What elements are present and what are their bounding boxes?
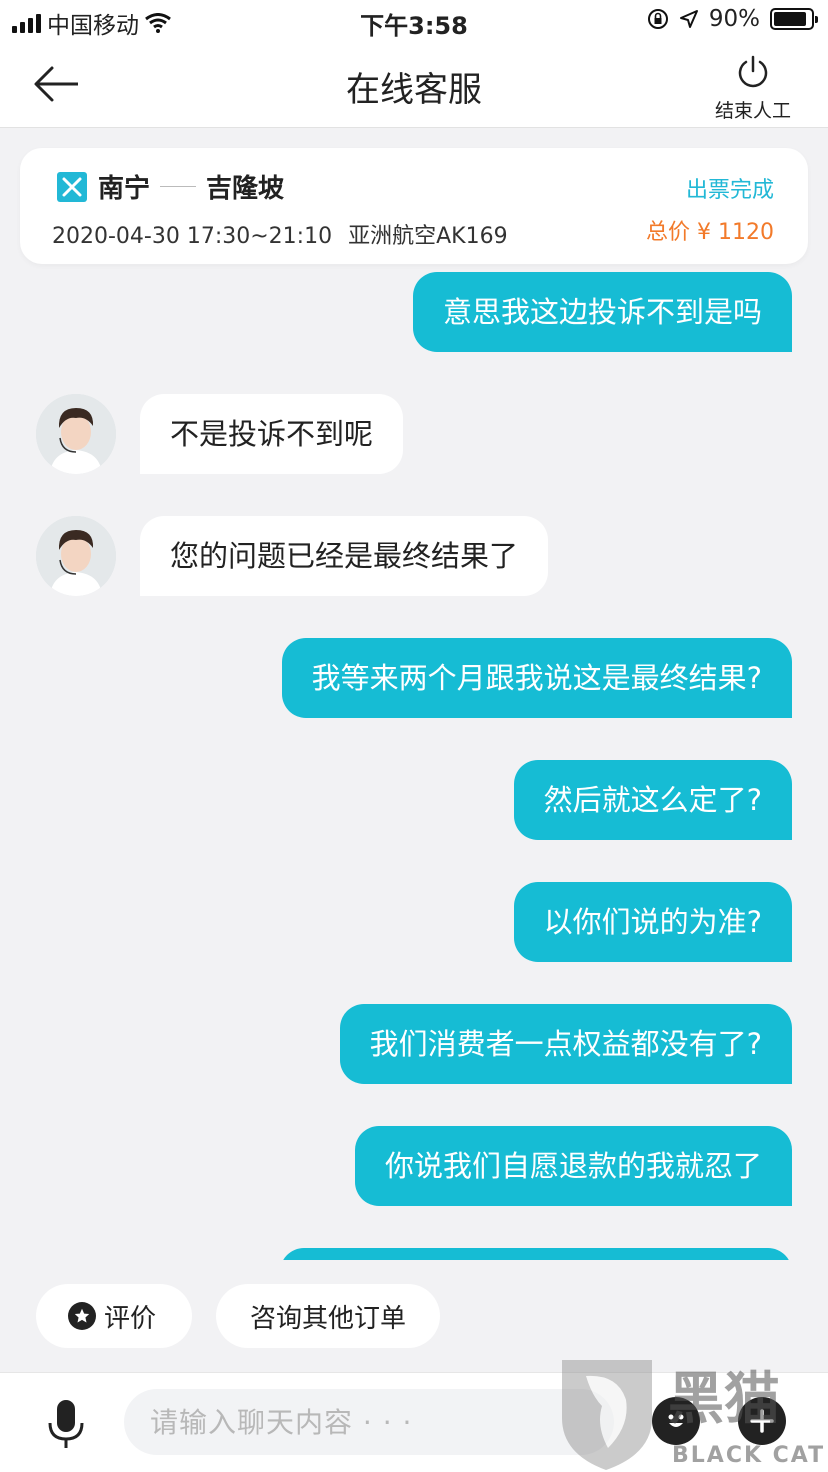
message-bubble[interactable]: 以你们说的为准?	[513, 882, 792, 962]
message-bubble[interactable]: 意思我这边投诉不到是吗	[412, 272, 792, 352]
message-bubble[interactable]: 我等来两个月跟我说这是最终结果?	[281, 638, 792, 718]
flight-number: 亚洲航空AK169	[348, 224, 508, 249]
more-plus-button[interactable]	[738, 1397, 786, 1445]
star-icon	[68, 1302, 96, 1330]
departure-city: 南宁	[98, 174, 151, 204]
message-outgoing: 意思我这边投诉不到是吗	[412, 272, 792, 352]
message-bubble[interactable]: 不是投诉不到呢	[140, 394, 404, 474]
rotation-lock-icon	[647, 9, 668, 29]
message-outgoing: 以你们说的为准?	[513, 882, 792, 962]
airplane-icon	[57, 172, 87, 202]
other-orders-label: 咨询其他订单	[250, 1303, 407, 1334]
flight-route: 南宁 吉隆坡	[98, 168, 284, 205]
battery-percent: 90%	[708, 6, 760, 32]
flight-order-card[interactable]: 南宁 吉隆坡 2020-04-30 17:30~21:10 亚洲航空AK169 出…	[20, 148, 808, 264]
total-price: 总价 ¥ 1120	[646, 220, 774, 245]
arrival-city: 吉隆坡	[206, 174, 285, 204]
message-bubble[interactable]: 你说我们自愿退款的我就忍了	[354, 1126, 792, 1206]
voice-button[interactable]	[44, 1397, 88, 1451]
flight-datetime: 2020-04-30 17:30~21:10	[52, 224, 333, 249]
page-title: 在线客服	[346, 70, 482, 110]
message-incoming: 您的问题已经是最终结果了	[36, 516, 549, 596]
message-outgoing: 我等来两个月跟我说这是最终结果?	[281, 638, 792, 718]
message-outgoing-partial	[280, 1248, 792, 1260]
chat-input[interactable]	[124, 1389, 614, 1455]
message-bubble[interactable]: 您的问题已经是最终结果了	[140, 516, 549, 596]
flight-info: 2020-04-30 17:30~21:10 亚洲航空AK169	[52, 218, 508, 250]
message-outgoing: 然后就这么定了?	[513, 760, 792, 840]
message-bubble[interactable]: 然后就这么定了?	[513, 760, 792, 840]
agent-avatar[interactable]	[36, 516, 116, 596]
quick-actions: 评价 咨询其他订单	[36, 1284, 441, 1348]
rate-button[interactable]: 评价	[36, 1284, 193, 1348]
emoji-button[interactable]	[652, 1397, 700, 1445]
message-bubble[interactable]: 我们消费者一点权益都没有了?	[339, 1004, 792, 1084]
power-icon	[738, 55, 768, 88]
battery-fill	[774, 12, 807, 26]
battery-icon	[770, 8, 818, 30]
location-icon	[679, 10, 698, 28]
message-bubble[interactable]	[280, 1248, 792, 1260]
message-outgoing: 你说我们自愿退款的我就忍了	[354, 1126, 792, 1206]
chat-area[interactable]: 意思我这边投诉不到是吗 不是投诉不到呢 您的问题已经是最终结果了 我等来两个月跟…	[0, 264, 828, 1260]
microphone-icon	[48, 1400, 84, 1448]
message-incoming: 不是投诉不到呢	[36, 394, 404, 474]
nav-bar: 在线客服 结束人工	[0, 44, 828, 128]
input-bar	[0, 1372, 828, 1472]
end-human-service-button[interactable]: 结束人工	[708, 54, 798, 123]
end-human-service-label: 结束人工	[714, 100, 791, 122]
agent-avatar[interactable]	[36, 394, 116, 474]
rate-label: 评价	[104, 1303, 157, 1334]
emoji-icon	[668, 1414, 684, 1427]
route-line	[160, 186, 197, 187]
status-right: 90%	[647, 6, 818, 32]
message-outgoing: 我们消费者一点权益都没有了?	[339, 1004, 792, 1084]
plus-icon	[750, 1409, 774, 1433]
other-orders-button[interactable]: 咨询其他订单	[216, 1284, 441, 1348]
status-bar: 中国移动 下午3:58 90%	[0, 0, 828, 44]
ticket-status: 出票完成	[685, 178, 774, 203]
